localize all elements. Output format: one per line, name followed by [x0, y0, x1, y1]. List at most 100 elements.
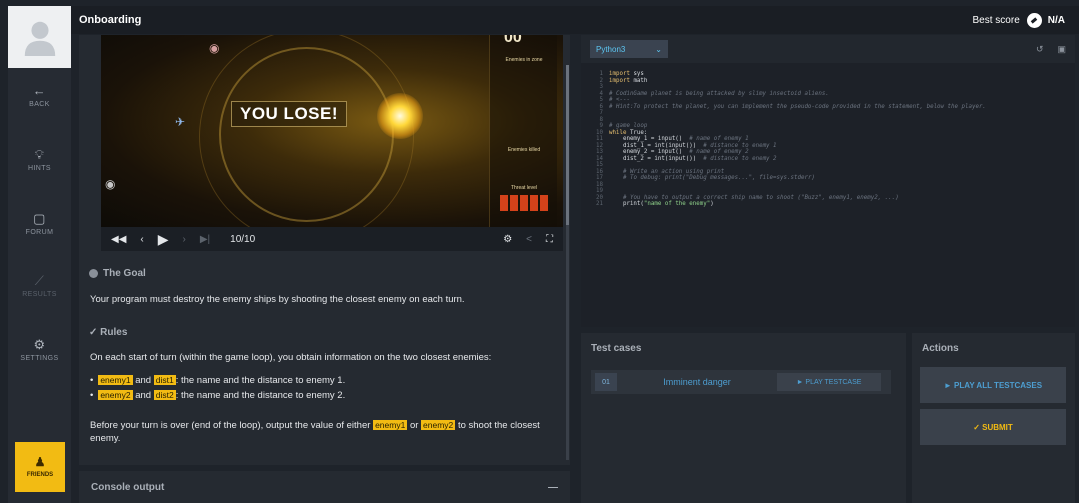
- sidebar-item-results[interactable]: ⟋ RESULTS: [8, 273, 71, 299]
- rewind-icon[interactable]: ◀◀: [111, 234, 126, 245]
- and-text: and: [135, 375, 152, 386]
- goal-icon: [89, 269, 98, 278]
- game-result-banner: YOU LOSE!: [231, 101, 348, 127]
- lightbulb-icon: 💡︎: [34, 147, 45, 162]
- expand-icon[interactable]: ▣: [1057, 44, 1066, 55]
- outro-text: Before your turn is over (end of the loo…: [90, 420, 371, 431]
- chevron-down-icon: ⌄: [655, 44, 662, 54]
- language-select[interactable]: Python3 ⌄: [590, 40, 668, 58]
- console-title: Console output: [91, 481, 165, 493]
- var-enemy1: enemy1: [373, 420, 408, 430]
- best-score-value: N/A: [1047, 14, 1065, 26]
- sidebar-item-forum[interactable]: ▢ FORUM: [8, 211, 71, 237]
- hud-label: Enemies killed: [507, 147, 541, 153]
- var-enemy2: enemy2: [421, 420, 456, 430]
- sidebar-item-label: RESULTS: [22, 291, 57, 298]
- line-number: 21: [596, 201, 603, 207]
- var-dist2: dist2: [153, 390, 176, 400]
- header: Onboarding Best score N/A: [71, 6, 1079, 34]
- game-hud: 00 Enemies in zone Enemies killed Threat…: [489, 35, 557, 227]
- testcase-name[interactable]: Imminent danger: [617, 377, 777, 387]
- code-text[interactable]: import sys import math # CodinGame plane…: [609, 71, 1071, 311]
- list-item: enemy2 and dist2: the name and the dista…: [90, 388, 345, 403]
- hud-label: Threat level: [510, 185, 538, 191]
- var-enemy1: enemy1: [98, 375, 133, 385]
- language-value: Python3: [596, 44, 626, 54]
- avatar[interactable]: [8, 6, 71, 68]
- goal-text: Your program must destroy the enemy ship…: [90, 294, 465, 305]
- threat-bars: [500, 195, 548, 211]
- collapse-icon[interactable]: —: [548, 482, 558, 493]
- step-back-icon[interactable]: ‹: [140, 234, 143, 245]
- sidebar-item-label: SETTINGS: [20, 355, 59, 362]
- var-dist1: dist1: [153, 375, 176, 385]
- rules-intro: On each start of turn (within the game l…: [90, 352, 492, 363]
- bullet-text: : the name and the distance to enemy 1.: [175, 375, 346, 386]
- hud-counter: 00: [504, 35, 522, 46]
- rules-list: enemy1 and dist1: the name and the dista…: [90, 373, 345, 403]
- best-score: Best score N/A: [972, 12, 1065, 28]
- goal-heading: The Goal: [89, 268, 146, 279]
- editor-toolbar: Python3 ⌄ ↺ ▣: [581, 35, 1075, 63]
- or-text: or: [409, 420, 419, 431]
- var-enemy2: enemy2: [98, 390, 133, 400]
- sidebar-item-label: FORUM: [25, 229, 54, 236]
- sidebar-item-hints[interactable]: 💡︎ HINTS: [8, 147, 71, 173]
- submit-button[interactable]: ✓ SUBMIT: [920, 409, 1066, 445]
- line-numbers: 1 2 3 4 5 6 7 8 9 10 11 12 13 14 15 16 17 18 19 20 21: [581, 71, 603, 301]
- friends-button[interactable]: ♟ FRIENDS: [15, 442, 65, 492]
- fullscreen-icon[interactable]: ⛶: [546, 234, 553, 245]
- goal-title: The Goal: [103, 268, 146, 279]
- reset-icon[interactable]: ↺: [1036, 44, 1044, 55]
- check-icon: ✓: [89, 327, 98, 338]
- testcase-row[interactable]: 01 Imminent danger ► PLAY TESTCASE: [591, 370, 891, 394]
- statement-panel: ✈ ◉ ◉ YOU LOSE! 00 Enemies in zone Enemi…: [79, 35, 570, 465]
- app: ← BACK 💡︎ HINTS ▢ FORUM ⟋ RESULTS ⚙ SETT…: [0, 0, 1079, 503]
- play-icon[interactable]: ▶: [158, 231, 169, 248]
- actions-title: Actions: [922, 343, 959, 354]
- actions-panel: Actions ► PLAY ALL TESTCASES ✓ SUBMIT: [912, 333, 1075, 503]
- sidebar-item-settings[interactable]: ⚙ SETTINGS: [8, 337, 71, 363]
- enemy-icon: ◉: [209, 41, 220, 55]
- forum-icon: ▢: [33, 211, 46, 226]
- sidebar-item-label: BACK: [29, 101, 50, 108]
- replay-controls: ◀◀ ‹ ▶ › ▶| 10/10 ⚙ < ⛶: [101, 227, 563, 251]
- rules-outro: Before your turn is over (end of the loo…: [90, 419, 555, 445]
- ship-icon: ✈: [175, 115, 186, 129]
- share-icon[interactable]: <: [526, 234, 532, 245]
- list-item: enemy1 and dist1: the name and the dista…: [90, 373, 345, 388]
- and-text: and: [135, 390, 152, 401]
- code-editor[interactable]: Python3 ⌄ ↺ ▣ 1 2 3 4 5 6 7 8 9 10 11 12 13 14 15 16 17 1…: [581, 35, 1075, 327]
- friends-label: FRIENDS: [26, 472, 54, 478]
- planet-ring: [219, 47, 394, 222]
- gear-icon: ⚙: [33, 337, 46, 352]
- console-panel[interactable]: Console output —: [79, 471, 570, 503]
- rules-heading: ✓ Rules: [89, 327, 127, 338]
- step-forward-icon[interactable]: ›: [183, 234, 186, 245]
- end-icon[interactable]: ▶|: [200, 234, 210, 245]
- sidebar-item-back[interactable]: ← BACK: [8, 83, 71, 109]
- enemy-icon: ◉: [105, 177, 116, 191]
- play-all-testcases-button[interactable]: ► PLAY ALL TESTCASES: [920, 367, 1066, 403]
- rules-title: Rules: [100, 327, 128, 338]
- play-testcase-button[interactable]: ► PLAY TESTCASE: [777, 373, 881, 391]
- chart-icon: ⟋: [34, 273, 45, 288]
- bullet-text: : the name and the distance to enemy 2.: [175, 390, 346, 401]
- person-icon: ♟: [34, 455, 46, 469]
- sidebar: ← BACK 💡︎ HINTS ▢ FORUM ⟋ RESULTS ⚙ SETT…: [8, 6, 71, 503]
- hud-label: Enemies in zone: [505, 57, 543, 63]
- settings-icon[interactable]: ⚙: [503, 234, 512, 245]
- user-icon: [24, 21, 55, 56]
- page-title: Onboarding: [79, 14, 142, 26]
- statement-scrollbar[interactable]: [566, 65, 569, 460]
- arrow-left-icon: ←: [32, 83, 47, 98]
- score-icon: [1026, 12, 1042, 28]
- frame-counter: 10/10: [230, 233, 256, 245]
- explosion-icon: [377, 93, 423, 139]
- sidebar-item-label: HINTS: [28, 165, 51, 172]
- best-score-label: Best score: [972, 14, 1020, 26]
- testcases-panel: Test cases 01 Imminent danger ► PLAY TES…: [581, 333, 906, 503]
- testcase-number: 01: [595, 373, 617, 391]
- testcases-title: Test cases: [591, 343, 642, 354]
- game-viewer[interactable]: ✈ ◉ ◉ YOU LOSE! 00 Enemies in zone Enemi…: [101, 35, 563, 227]
